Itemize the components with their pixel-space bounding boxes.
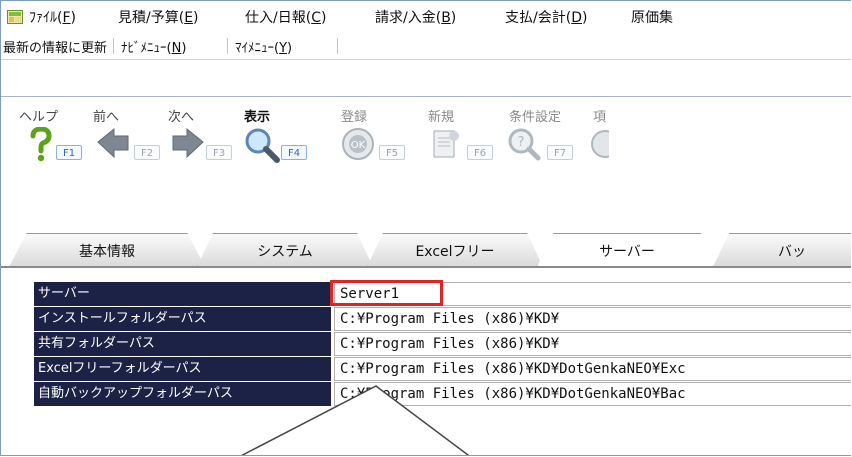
separator [113, 38, 114, 54]
tab-server[interactable]: サーバー [537, 233, 717, 267]
prev-label: 前へ [93, 110, 120, 125]
forward-arrow-icon[interactable] [169, 127, 205, 161]
highlight-box [330, 280, 443, 306]
refresh-link[interactable]: 最新の情報に更新 [3, 37, 107, 56]
f2-key[interactable]: F2 [134, 145, 160, 160]
menu-purchase[interactable]: 仕入/日報(C) [245, 7, 326, 27]
auto-backup-folder-label: 自動バックアップフォルダーパス [34, 382, 331, 406]
app-icon [7, 10, 23, 24]
back-arrow-icon[interactable] [96, 127, 132, 161]
menu-file[interactable]: ﾌｧｲﾙ(F) [29, 7, 76, 27]
tab-basic-info[interactable]: 基本情報 [9, 233, 205, 267]
f4-key[interactable]: F4 [281, 145, 307, 160]
item-icon[interactable] [589, 127, 609, 161]
f1-key[interactable]: F1 [56, 145, 82, 160]
f7-key[interactable]: F7 [547, 145, 573, 160]
separator [227, 38, 228, 54]
menu-payment[interactable]: 支払/会計(D) [505, 7, 587, 27]
shared-folder-field[interactable]: C:¥Program Files (x86)¥KD¥ [334, 332, 851, 356]
new-document-icon[interactable] [429, 127, 463, 161]
settings-row: Excelフリーフォルダーパス C:¥Program Files (x86)¥K… [34, 357, 851, 381]
settings-row: 共有フォルダーパス C:¥Program Files (x86)¥KD¥ [34, 332, 851, 356]
magnifier-icon[interactable] [244, 127, 280, 163]
condition-icon[interactable]: ? [507, 127, 541, 161]
menu-cost[interactable]: 原価集 [631, 7, 673, 27]
f5-key[interactable]: F5 [379, 145, 405, 160]
tab-underline [1, 266, 851, 268]
item-label: 項 [593, 110, 607, 125]
excel-free-folder-field[interactable]: C:¥Program Files (x86)¥KD¥DotGenkaNEO¥Ex… [334, 357, 851, 381]
nav-bar: 最新の情報に更新 ﾅﾋﾞﾒﾆｭｰ(N) ﾏｲﾒﾆｭｰ(Y) [1, 31, 851, 60]
menu-bar: ﾌｧｲﾙ(F) 見積/予算(E) 仕入/日報(C) 請求/入金(B) 支払/会計… [1, 1, 851, 31]
tab-backup[interactable]: バッ [713, 233, 851, 267]
toolbar: ヘルプ 前へ 次へ 表示 登録 新規 条件設定 項 F1 F2 F3 F4 OK… [1, 96, 851, 192]
menu-estimate[interactable]: 見積/予算(E) [118, 7, 199, 27]
ok-icon[interactable]: OK [341, 127, 375, 161]
app-window: ﾌｧｲﾙ(F) 見積/予算(E) 仕入/日報(C) 請求/入金(B) 支払/会計… [0, 0, 851, 456]
shared-folder-label: 共有フォルダーパス [34, 332, 331, 356]
install-folder-label: インストールフォルダーパス [34, 307, 331, 331]
next-label: 次へ [168, 110, 195, 125]
tab-bar: 基本情報 システム Excelフリー サーバー バッ [1, 233, 851, 267]
menu-billing[interactable]: 請求/入金(B) [375, 7, 456, 27]
tab-system[interactable]: システム [197, 233, 373, 267]
svg-text:?: ? [518, 135, 525, 150]
my-menu-link[interactable]: ﾏｲﾒﾆｭｰ(Y) [235, 37, 292, 56]
navi-menu-link[interactable]: ﾅﾋﾞﾒﾆｭｰ(N) [121, 37, 186, 56]
f3-key[interactable]: F3 [206, 145, 232, 160]
new-label: 新規 [428, 110, 455, 125]
help-icon[interactable] [29, 127, 53, 163]
help-label: ヘルプ [19, 110, 59, 125]
excel-free-folder-label: Excelフリーフォルダーパス [34, 357, 331, 381]
auto-backup-folder-field[interactable]: C:¥Program Files (x86)¥KD¥DotGenkaNEO¥Ba… [334, 382, 851, 406]
server-label: サーバー [34, 282, 331, 306]
settings-row: 自動バックアップフォルダーパス C:¥Program Files (x86)¥K… [34, 382, 851, 406]
settings-row: インストールフォルダーパス C:¥Program Files (x86)¥KD¥ [34, 307, 851, 331]
install-folder-field[interactable]: C:¥Program Files (x86)¥KD¥ [334, 307, 851, 331]
condition-label: 条件設定 [509, 110, 562, 125]
f6-key[interactable]: F6 [467, 145, 493, 160]
view-label: 表示 [244, 110, 271, 125]
separator [337, 38, 338, 54]
tab-excel-free[interactable]: Excelフリー [367, 233, 543, 267]
svg-text:OK: OK [351, 140, 366, 151]
register-label: 登録 [341, 110, 368, 125]
